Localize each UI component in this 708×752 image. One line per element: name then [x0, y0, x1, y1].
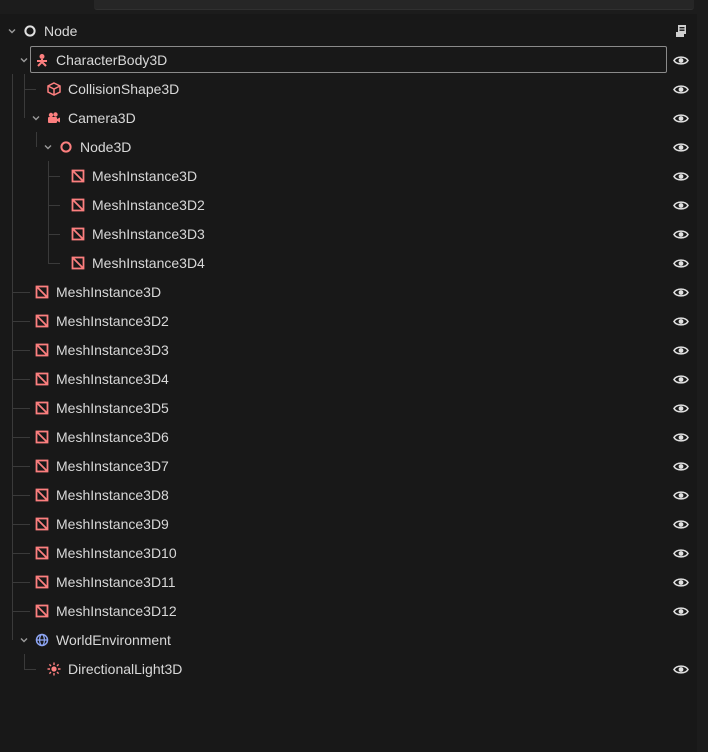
directional-light-icon [47, 662, 61, 676]
tree-item-label: Camera3D [68, 110, 136, 126]
mesh-icon [71, 227, 85, 241]
tree-item-meshinstance3d2[interactable]: MeshInstance3D2 [0, 191, 697, 220]
tree-item-label: MeshInstance3D4 [92, 255, 205, 271]
tree-item-node[interactable]: Node [0, 17, 697, 46]
mesh-icon [35, 343, 49, 357]
visibility-eye-icon[interactable] [673, 54, 689, 67]
tree-item-directionallight3d[interactable]: DirectionalLight3D [0, 655, 697, 684]
visibility-eye-icon[interactable] [673, 170, 689, 183]
tree-item-label: MeshInstance3D3 [56, 342, 169, 358]
tree-item-meshinstance3d9[interactable]: MeshInstance3D9 [0, 510, 697, 539]
toolbar-strip [0, 0, 708, 11]
tree-item-label: MeshInstance3D8 [56, 487, 169, 503]
tree-item-meshinstance3d8[interactable]: MeshInstance3D8 [0, 481, 697, 510]
chevron-down-icon[interactable] [19, 635, 29, 645]
visibility-eye-icon[interactable] [673, 257, 689, 270]
tree-item-meshinstance3d3[interactable]: MeshInstance3D3 [0, 220, 697, 249]
visibility-eye-icon[interactable] [673, 460, 689, 473]
tree-item-meshinstance3d5[interactable]: MeshInstance3D5 [0, 394, 697, 423]
tree-item-label: MeshInstance3D5 [56, 400, 169, 416]
tree-item-label: MeshInstance3D11 [56, 574, 176, 590]
tree-item-meshinstance3d[interactable]: MeshInstance3D [0, 162, 697, 191]
visibility-eye-icon[interactable] [673, 431, 689, 444]
mesh-icon [35, 604, 49, 618]
visibility-eye-icon[interactable] [673, 141, 689, 154]
mesh-icon [71, 256, 85, 270]
tree-item-label: MeshInstance3D12 [56, 603, 177, 619]
mesh-icon [35, 488, 49, 502]
tree-item-collisionshape3d[interactable]: CollisionShape3D [0, 75, 697, 104]
chevron-down-icon[interactable] [7, 26, 17, 36]
tree-item-camera3d[interactable]: Camera3D [0, 104, 697, 133]
visibility-eye-icon[interactable] [673, 344, 689, 357]
tree-item-label: Node [44, 23, 78, 39]
node-icon [24, 25, 36, 37]
visibility-eye-icon[interactable] [673, 576, 689, 589]
mesh-icon [35, 401, 49, 415]
mesh-icon [35, 372, 49, 386]
tree-item-meshinstance3d4[interactable]: MeshInstance3D4 [0, 365, 697, 394]
chevron-down-icon[interactable] [19, 55, 29, 65]
tree-item-characterbody3d[interactable]: CharacterBody3D [0, 46, 697, 75]
mesh-icon [71, 169, 85, 183]
visibility-eye-icon[interactable] [673, 373, 689, 386]
tree-item-label: MeshInstance3D [92, 168, 198, 184]
mesh-icon [35, 430, 49, 444]
tree-item-meshinstance3d7[interactable]: MeshInstance3D7 [0, 452, 697, 481]
visibility-eye-icon[interactable] [673, 228, 689, 241]
visibility-eye-icon[interactable] [673, 286, 689, 299]
visibility-eye-icon[interactable] [673, 663, 689, 676]
tree-item-meshinstance3d12[interactable]: MeshInstance3D12 [0, 597, 697, 626]
visibility-eye-icon[interactable] [673, 402, 689, 415]
tree-item-label: Node3D [80, 139, 132, 155]
tree-item-label: CollisionShape3D [68, 81, 180, 97]
mesh-icon [35, 314, 49, 328]
tree-item-label: MeshInstance3D4 [56, 371, 169, 387]
mesh-icon [35, 285, 49, 299]
mesh-icon [35, 575, 49, 589]
tree-item-label: DirectionalLight3D [68, 661, 183, 677]
character-body-icon [37, 54, 47, 67]
camera-icon [48, 112, 60, 123]
tree-item-label: MeshInstance3D9 [56, 516, 169, 532]
mesh-icon [35, 517, 49, 531]
tree-item-meshinstance3d3[interactable]: MeshInstance3D3 [0, 336, 697, 365]
tree-item-meshinstance3d10[interactable]: MeshInstance3D10 [0, 539, 697, 568]
tree-item-label: MeshInstance3D [56, 284, 162, 300]
tree-item-meshinstance3d2[interactable]: MeshInstance3D2 [0, 307, 697, 336]
tree-item-label: MeshInstance3D6 [56, 429, 169, 445]
tree-item-label: MeshInstance3D7 [56, 458, 169, 474]
tree-item-label: CharacterBody3D [56, 52, 168, 68]
mesh-icon [71, 198, 85, 212]
tree-item-label: MeshInstance3D3 [92, 226, 205, 242]
tree-item-label: MeshInstance3D10 [56, 545, 177, 561]
chevron-down-icon[interactable] [31, 113, 41, 123]
visibility-eye-icon[interactable] [673, 315, 689, 328]
node3d-icon [60, 141, 72, 153]
script-icon[interactable] [674, 24, 688, 38]
tree-item-meshinstance3d6[interactable]: MeshInstance3D6 [0, 423, 697, 452]
tree-item-meshinstance3d[interactable]: MeshInstance3D [0, 278, 697, 307]
visibility-eye-icon[interactable] [673, 518, 689, 531]
visibility-eye-icon[interactable] [673, 547, 689, 560]
visibility-eye-icon[interactable] [673, 199, 689, 212]
tree-item-meshinstance3d4[interactable]: MeshInstance3D4 [0, 249, 697, 278]
filter-field[interactable] [94, 0, 694, 10]
scrollbar-track[interactable] [697, 14, 708, 752]
visibility-eye-icon[interactable] [673, 112, 689, 125]
tree-item-meshinstance3d11[interactable]: MeshInstance3D11 [0, 568, 697, 597]
mesh-icon [35, 459, 49, 473]
chevron-down-icon[interactable] [43, 142, 53, 152]
tree-item-node3d[interactable]: Node3D [0, 133, 697, 162]
visibility-eye-icon[interactable] [673, 83, 689, 96]
visibility-eye-icon[interactable] [673, 489, 689, 502]
tree-item-worldenvironment[interactable]: WorldEnvironment [0, 626, 697, 655]
collision-shape-icon [47, 82, 61, 96]
tree-item-label: WorldEnvironment [56, 632, 171, 648]
world-environment-icon [35, 633, 49, 647]
mesh-icon [35, 546, 49, 560]
tree-item-label: MeshInstance3D2 [92, 197, 205, 213]
visibility-eye-icon[interactable] [673, 605, 689, 618]
tree-item-label: MeshInstance3D2 [56, 313, 169, 329]
